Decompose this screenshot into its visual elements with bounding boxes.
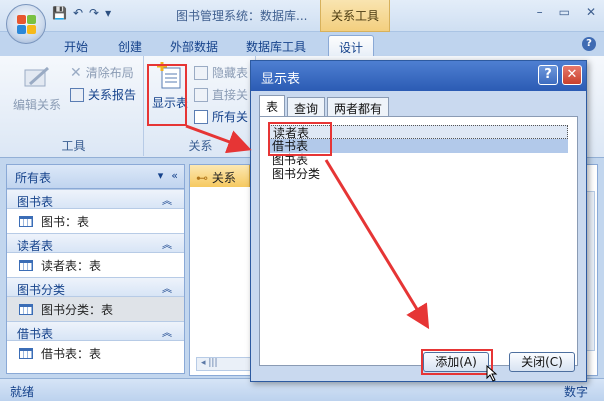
tab-design[interactable]: 设计 <box>328 35 375 56</box>
doc-tab-label: 关系 <box>211 171 236 185</box>
collapse-chevron-icon: ︽ <box>162 284 172 295</box>
redo-icon[interactable]: ↷ <box>89 6 99 20</box>
clear-layout-label: 清除布局 <box>85 66 134 80</box>
office-logo-icon <box>17 15 37 35</box>
hide-table-button[interactable]: 隐藏表 <box>194 64 248 81</box>
title-bar: 💾 ↶ ↷ ▾ 图书管理系统：数据库... 关系工具 – ▭ ✕ <box>0 0 604 44</box>
dialog-close-button[interactable]: ✕ <box>562 65 582 85</box>
nav-header[interactable]: 所有表 ▾ « <box>7 165 184 189</box>
annotation-box-show-table <box>147 64 187 126</box>
nav-group-label: 图书表 <box>17 195 54 209</box>
direct-relations-icon <box>194 87 208 102</box>
tab-external-data[interactable]: 外部数据 <box>160 35 228 56</box>
tab-home[interactable]: 开始 <box>54 35 98 56</box>
status-numlock: 数字 <box>563 385 588 399</box>
clear-layout-icon: ✕ <box>70 64 82 81</box>
horizontal-scrollbar[interactable]: ◂ ||| <box>196 357 256 371</box>
nav-item-label: 借书表：表 <box>41 346 102 361</box>
doc-tab-relations[interactable]: ⊷ 关系 <box>190 165 250 187</box>
clear-layout-button[interactable]: ✕ 清除布局 <box>70 64 134 81</box>
nav-group-books[interactable]: 图书表 ︽ <box>7 189 184 209</box>
nav-group-categories[interactable]: 图书分类 ︽ <box>7 277 184 297</box>
relation-report-button[interactable]: 关系报告 <box>70 86 136 103</box>
list-item-categories[interactable]: 图书分类 <box>268 167 568 181</box>
nav-group-readers[interactable]: 读者表 ︽ <box>7 233 184 253</box>
table-icon <box>19 215 33 227</box>
dialog-title-bar[interactable]: 显示表 ? ✕ <box>251 61 586 91</box>
nav-item-books-table[interactable]: 图书：表 <box>7 209 184 233</box>
nav-header-label: 所有表 <box>15 171 52 185</box>
tab-database-tools[interactable]: 数据库工具 <box>236 35 316 56</box>
relations-group-label: 关系 <box>188 139 213 153</box>
collapse-chevron-icon: ︽ <box>162 196 172 207</box>
hide-table-icon <box>194 65 208 80</box>
close-window-button[interactable]: ✕ <box>586 5 596 19</box>
dialog-tabs: 表 查询 两者都有 <box>259 95 391 117</box>
nav-group-label: 借书表 <box>17 327 54 341</box>
window-controls: – ▭ ✕ <box>537 5 596 19</box>
office-button[interactable] <box>6 4 46 44</box>
tab-create[interactable]: 创建 <box>108 35 152 56</box>
save-icon[interactable]: 💾 <box>52 6 67 20</box>
collapse-chevron-icon: ︽ <box>162 240 172 251</box>
nav-item-borrowing-table[interactable]: 借书表：表 <box>7 341 184 365</box>
hide-table-label: 隐藏表 <box>212 66 249 80</box>
dialog-help-button[interactable]: ? <box>538 65 558 85</box>
tools-group: 编辑关系 ✕ 清除布局 关系报告 工具 <box>4 56 144 156</box>
dialog-tab-tables[interactable]: 表 <box>259 95 286 117</box>
quick-access-toolbar: 💾 ↶ ↷ ▾ <box>52 6 111 20</box>
direct-relations-label: 直接关 <box>212 88 249 102</box>
annotation-box-selection <box>268 122 332 156</box>
table-icon <box>19 303 33 315</box>
undo-icon[interactable]: ↶ <box>73 6 83 20</box>
dialog-title: 显示表 <box>261 72 301 87</box>
table-icon <box>19 259 33 271</box>
window-title: 图书管理系统：数据库... <box>176 9 308 23</box>
edit-relations-icon <box>22 64 52 92</box>
all-relations-label: 所有关 <box>212 110 249 124</box>
relation-report-label: 关系报告 <box>88 88 137 102</box>
all-relations-icon <box>194 109 208 124</box>
dialog-body: 表 查询 两者都有 读者表 借书表 图书表 图书分类 添加(A) 关闭(C) <box>259 95 578 375</box>
collapse-chevron-icon: ︽ <box>162 328 172 339</box>
nav-item-label: 读者表：表 <box>41 258 102 273</box>
tools-group-label: 工具 <box>61 139 86 153</box>
direct-relations-button[interactable]: 直接关 <box>194 86 248 103</box>
nav-item-label: 图书分类：表 <box>41 302 114 317</box>
ribbon-tabs: 开始 创建 外部数据 数据库工具 设计 ? <box>0 32 604 56</box>
nav-menu-icon[interactable]: ▾ <box>158 169 164 182</box>
nav-group-label: 读者表 <box>17 239 54 253</box>
nav-item-label: 图书：表 <box>41 214 90 229</box>
nav-group-borrowing[interactable]: 借书表 ︽ <box>7 321 184 341</box>
table-list: 读者表 借书表 图书表 图书分类 <box>259 116 578 366</box>
table-icon <box>19 347 33 359</box>
dialog-tab-both[interactable]: 两者都有 <box>327 97 390 117</box>
annotation-box-add <box>421 349 493 375</box>
context-tab-title: 关系工具 <box>320 0 390 32</box>
show-table-dialog: 显示表 ? ✕ 表 查询 两者都有 读者表 借书表 图书表 图书分类 添加(A)… <box>250 60 587 382</box>
minimize-button[interactable]: – <box>537 5 543 19</box>
navigation-pane: 所有表 ▾ « 图书表 ︽ 图书：表 读者表 ︽ 读者表：表 图书分类 ︽ 图书分类：表… <box>6 164 185 374</box>
maximize-button[interactable]: ▭ <box>559 5 570 19</box>
edit-relations-button[interactable]: 编辑关系 <box>10 64 64 113</box>
customize-qat-icon[interactable]: ▾ <box>105 6 111 20</box>
close-button[interactable]: 关闭(C) <box>509 352 575 372</box>
report-icon <box>70 87 84 102</box>
nav-item-readers-table[interactable]: 读者表：表 <box>7 253 184 277</box>
help-icon[interactable]: ? <box>582 37 596 51</box>
edit-relations-label: 编辑关系 <box>12 98 61 112</box>
dialog-tab-queries[interactable]: 查询 <box>287 97 326 117</box>
status-text: 就绪 <box>10 385 35 399</box>
relations-tab-icon: ⊷ <box>196 171 208 185</box>
all-relations-button[interactable]: 所有关 <box>194 108 248 125</box>
nav-collapse-icon[interactable]: « <box>171 169 178 182</box>
nav-item-categories-table[interactable]: 图书分类：表 <box>7 297 184 321</box>
nav-group-label: 图书分类 <box>17 283 66 297</box>
